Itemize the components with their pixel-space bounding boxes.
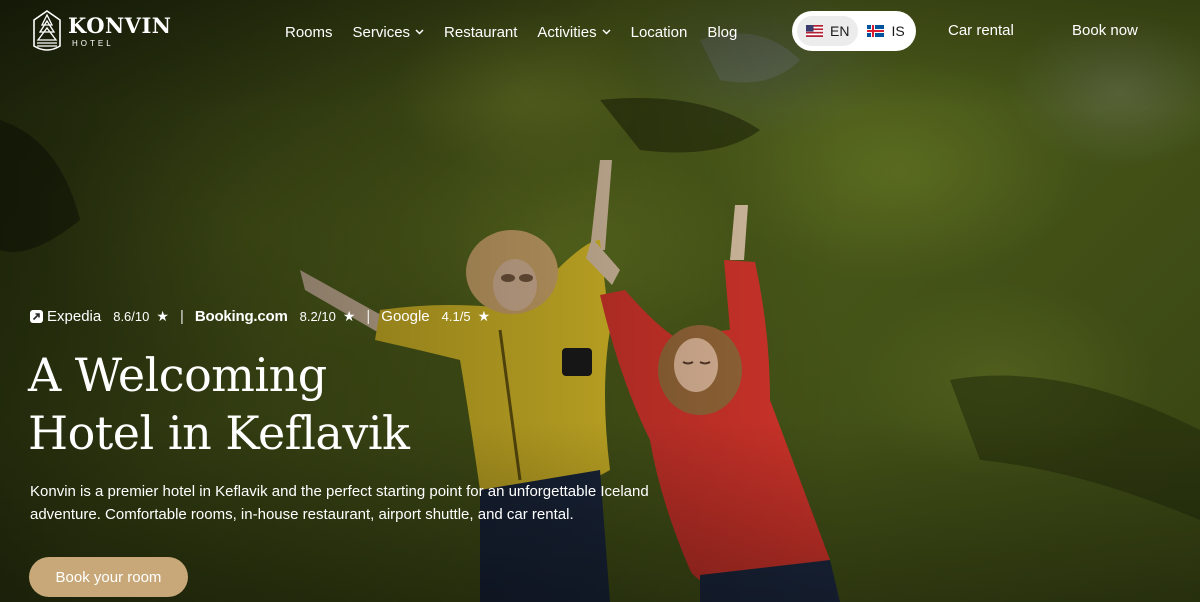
nav-item-activities[interactable]: Activities bbox=[537, 23, 611, 41]
nav-label: Blog bbox=[707, 23, 738, 41]
hotel-logo[interactable]: KONVIN HOTEL bbox=[32, 10, 172, 52]
nav-label: Services bbox=[352, 23, 411, 41]
language-code: IS bbox=[891, 23, 905, 39]
language-code: EN bbox=[830, 23, 850, 39]
hero-title: A Welcoming Hotel in Keflavik bbox=[28, 346, 548, 462]
logo-mark-icon bbox=[33, 10, 61, 51]
ratings-bar: Expedia 8.6/10 ★ | Booking.com 8.2/10 ★ … bbox=[30, 306, 490, 326]
expedia-logo-icon bbox=[30, 309, 43, 323]
logo-subtitle: HOTEL bbox=[72, 39, 114, 48]
hero-description: Konvin is a premier hotel in Keflavik an… bbox=[30, 483, 649, 523]
google-score: 4.1/5 bbox=[441, 308, 471, 324]
logo-name: KONVIN bbox=[68, 13, 172, 38]
star-icon: ★ bbox=[342, 307, 356, 324]
nav-item-blog[interactable]: Blog bbox=[707, 24, 737, 41]
expedia-score: 8.6/10 bbox=[113, 308, 150, 324]
rating-separator: | bbox=[179, 307, 184, 325]
book-your-room-button[interactable]: Book your room bbox=[29, 557, 188, 597]
car-rental-link[interactable]: Car rental bbox=[948, 22, 1014, 39]
expedia-brand: Expedia bbox=[47, 307, 102, 325]
nav-label: Activities bbox=[537, 23, 597, 41]
booking-brand: Booking.com bbox=[194, 307, 288, 325]
hero-section: KONVIN HOTEL Rooms Services Restaurant A… bbox=[0, 0, 1200, 602]
hero-title-line-2: Hotel in Keflavik bbox=[28, 406, 410, 460]
nav-item-rooms[interactable]: Rooms bbox=[285, 24, 333, 41]
chevron-down-icon bbox=[415, 29, 424, 35]
nav-label: Location bbox=[630, 23, 688, 41]
google-brand: Google bbox=[381, 307, 430, 325]
us-flag-icon bbox=[806, 25, 823, 37]
language-option-en[interactable]: EN bbox=[797, 16, 859, 46]
iceland-flag-icon bbox=[867, 25, 885, 37]
star-icon: ★ bbox=[156, 307, 169, 324]
star-icon: ★ bbox=[477, 307, 491, 324]
hero-title-line-1: A Welcoming bbox=[28, 348, 327, 402]
nav-item-location[interactable]: Location bbox=[631, 24, 688, 41]
booking-score: 8.2/10 bbox=[299, 308, 336, 324]
expedia-rating[interactable]: Expedia 8.6/10 ★ bbox=[30, 308, 169, 325]
nav-label: Rooms bbox=[285, 23, 333, 41]
chevron-down-icon bbox=[602, 29, 611, 35]
nav-label: Restaurant bbox=[444, 23, 518, 41]
language-option-is[interactable]: IS bbox=[858, 16, 913, 46]
google-rating[interactable]: Google 4.1/5 ★ bbox=[381, 308, 490, 325]
main-nav: Rooms Services Restaurant Activities Loc… bbox=[285, 22, 757, 42]
language-switcher: EN IS bbox=[792, 11, 916, 51]
nav-item-services[interactable]: Services bbox=[353, 24, 425, 41]
nav-item-restaurant[interactable]: Restaurant bbox=[444, 24, 517, 41]
book-now-link[interactable]: Book now bbox=[1072, 22, 1138, 39]
rating-separator: | bbox=[366, 307, 371, 325]
booking-rating[interactable]: Booking.com 8.2/10 ★ bbox=[195, 308, 356, 325]
